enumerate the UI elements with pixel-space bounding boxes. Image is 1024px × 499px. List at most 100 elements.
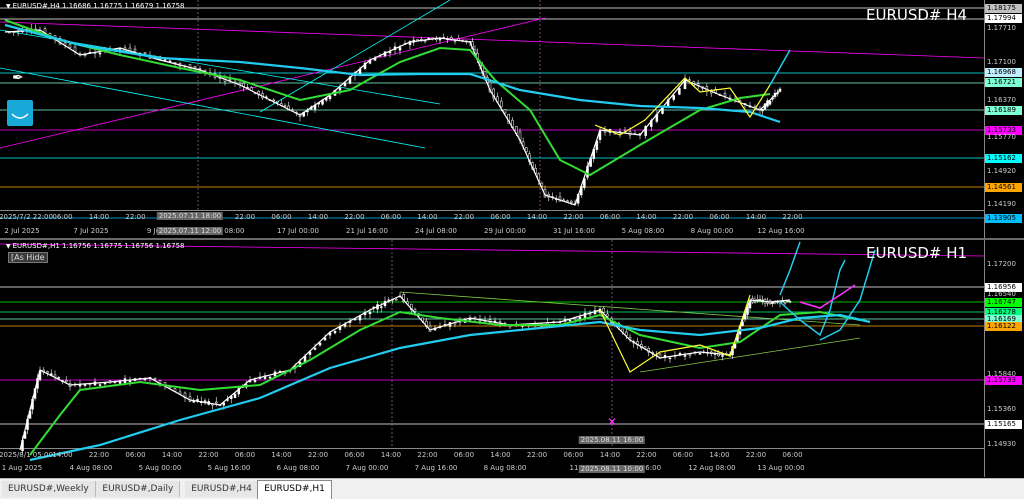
h4-candle — [398, 47, 402, 51]
h4-chart-canvas[interactable] — [0, 0, 1024, 238]
h4-header-text: EURUSD#,H4 1.16686 1.16775 1.16679 1.167… — [12, 2, 185, 10]
h4-candle — [438, 38, 442, 41]
h1-candle — [721, 355, 724, 357]
h4-candle — [688, 79, 691, 81]
h1-candle — [215, 401, 218, 404]
h1-candle — [698, 353, 702, 355]
h4-date-label: 17 Jul 00:00 — [277, 227, 319, 235]
h4-price-label: 1.14561 — [985, 183, 1022, 192]
collapse-triangle-icon[interactable]: ▼ — [6, 3, 11, 10]
h4-candle — [283, 104, 287, 107]
h1-time-label: 06:00 — [453, 451, 475, 459]
h4-time-label: 14:00 — [526, 213, 548, 221]
h1-time-label: 14:00 — [599, 451, 621, 459]
h4-time-label: 06:00 — [599, 213, 621, 221]
h1-time-label: 14:00 — [709, 451, 730, 459]
h1-time-label: 14:00 — [380, 451, 402, 459]
h1-candle — [588, 313, 592, 316]
h4-time-label: 22:00 — [344, 213, 365, 221]
h4-candle — [723, 93, 727, 97]
h4-trendline — [0, 21, 985, 59]
h4-time-label: 14:00 — [88, 213, 110, 221]
h4-candle — [453, 40, 457, 42]
h4-candle — [68, 43, 72, 48]
h4-price-axis-border — [984, 0, 985, 238]
h1-time-label: 22:00 — [198, 451, 219, 459]
h1-candle — [683, 355, 687, 357]
h1-date-label: 1 Aug 2025 — [1, 464, 43, 472]
pen-tool-icon[interactable]: ✒ — [12, 70, 28, 86]
h4-candle — [98, 52, 102, 55]
h4-date-label: 31 Jul 16:00 — [553, 227, 595, 235]
h4-time-label: 22:00 — [453, 213, 475, 221]
h1-candle — [606, 313, 609, 317]
h1-ma-cyan — [29, 313, 871, 462]
collapse-triangle-icon[interactable]: ▼ — [6, 243, 11, 250]
h1-candle — [468, 318, 472, 321]
h1-time-label: 22:00 — [307, 451, 329, 459]
h1-date-label: 4 Aug 08:00 — [69, 464, 113, 472]
tab-daily[interactable]: EURUSD#,Daily — [96, 481, 181, 497]
h4-header: ▼ EURUSD#,H4 1.16686 1.16775 1.16679 1.16… — [6, 2, 185, 10]
h1-time-label: 22:00 — [88, 451, 110, 459]
tab-weekly[interactable]: EURUSD#,Weekly — [2, 481, 96, 497]
h1-forecast-magenta — [799, 284, 856, 309]
tab-h1[interactable]: EURUSD#,H1 — [257, 480, 332, 499]
h4-candle — [133, 48, 137, 52]
h1-date-label: 7 Aug 16:00 — [414, 464, 458, 472]
h1-price-axis-border — [984, 240, 985, 477]
h1-candle — [192, 401, 195, 403]
h4-candle — [678, 88, 681, 95]
h4-date-label: 2 Jul 2025 — [4, 227, 40, 235]
h4-candle — [500, 100, 503, 108]
app-logo-icon — [7, 100, 33, 126]
h1-date-label: 12 Aug 08:00 — [688, 464, 736, 472]
h1-candle — [783, 301, 787, 304]
h4-symbol-title: EURUSD# H4 — [866, 6, 968, 24]
h4-date-label: 29 Jul 00:00 — [484, 227, 526, 235]
tab-h4[interactable]: EURUSD#,H4 — [185, 481, 259, 497]
h1-price-label: 1.16747 — [985, 298, 1022, 307]
h4-time-label: 22:00 — [125, 213, 146, 221]
h4-date-label: 7 Jul 2025 — [73, 227, 109, 235]
h1-time-label: 22:00 — [745, 451, 767, 459]
h1-candle — [65, 379, 68, 382]
h4-time-label: 14:00 — [745, 213, 767, 221]
h1-symbol-title: EURUSD# H1 — [866, 244, 968, 262]
h1-candle — [668, 357, 672, 360]
h1-candle — [786, 300, 789, 303]
h1-candle — [153, 377, 157, 380]
h4-price-scale-label: 1.17100 — [987, 58, 1016, 66]
h1-time-axis-border — [0, 448, 984, 449]
h1-crosshair-time-top: 2025.08.11 16:00 — [578, 436, 646, 444]
h4-time-axis-border — [0, 210, 984, 211]
h1-candle — [57, 377, 60, 379]
h1-time-label: 14:00 — [271, 451, 292, 459]
h4-price-scale-label: 1.16370 — [987, 96, 1016, 104]
hide-button[interactable]: [As Hide — [8, 252, 48, 263]
h1-candle — [678, 352, 682, 355]
h4-time-label: 06:00 — [380, 213, 402, 221]
h1-candle — [128, 380, 132, 383]
h1-date-label: 5 Aug 16:00 — [207, 464, 251, 472]
h1-time-label: 06:00 — [125, 451, 146, 459]
h1-date-label: 8 Aug 08:00 — [483, 464, 527, 472]
h1-candle — [313, 347, 317, 350]
h1-price-scale-label: 1.14930 — [987, 440, 1016, 448]
h4-time-label: 22:00 — [782, 213, 803, 221]
h4-time-label: 06:00 — [271, 213, 292, 221]
h1-cross-marker-icon: ✕ — [607, 415, 617, 429]
h1-candle — [602, 307, 605, 313]
h4-candle — [83, 54, 87, 57]
h4-candle — [168, 60, 172, 63]
h1-chart-canvas[interactable]: ✕ — [0, 240, 1024, 477]
h1-chart-pane[interactable]: ✕ ▼ EURUSD#,H1 1.16756 1.16775 1.16756 1.… — [0, 240, 1024, 477]
h4-candle — [338, 87, 342, 91]
h4-price-label: 1.15162 — [985, 154, 1022, 163]
h4-time-label: 06:00 — [52, 213, 73, 221]
h1-date-label: 13 Aug 00:00 — [757, 464, 805, 472]
h1-time-label: 22:00 — [526, 451, 548, 459]
h4-chart-pane[interactable]: ▼ EURUSD#,H4 1.16686 1.16775 1.16679 1.16… — [0, 0, 1024, 238]
h1-time-label: 06:00 — [563, 451, 584, 459]
h4-price-label: 1.13905 — [985, 214, 1022, 223]
